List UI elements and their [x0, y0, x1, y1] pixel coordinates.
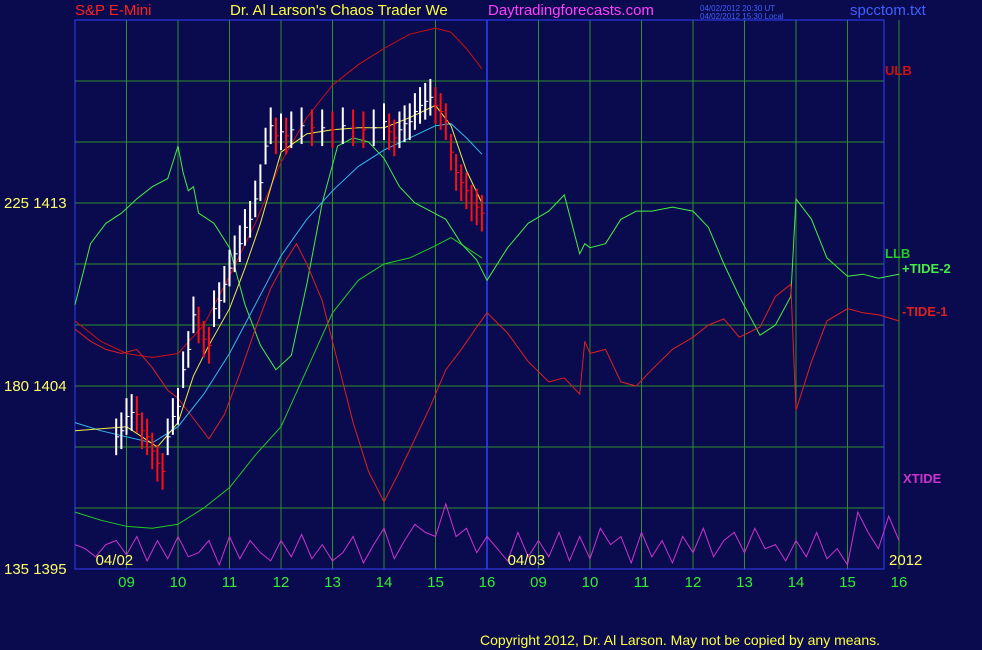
x-tick-label: 15	[839, 574, 856, 591]
copyright-notice: Copyright 2012, Dr. Al Larson. May not b…	[480, 632, 881, 648]
llb-line	[74, 237, 483, 529]
ulb-line	[74, 27, 483, 359]
fast-average-line	[74, 104, 483, 448]
x-tick-label: 09	[118, 574, 135, 591]
file-name: spcctom.txt	[850, 2, 926, 19]
price-bars	[115, 78, 485, 490]
x-tick-label: 10	[582, 574, 599, 591]
site-link[interactable]: Daytradingforecasts.com	[488, 2, 654, 19]
y-tick-label: 180 1404	[4, 378, 67, 395]
x-tick-label: 10	[170, 574, 187, 591]
y-tick-label: 135 1395	[4, 561, 67, 578]
series-label: ULB	[885, 63, 912, 78]
slow-average-line	[74, 123, 483, 444]
series-label: +TIDE-2	[902, 261, 951, 276]
plot-frame	[74, 19, 885, 570]
y-tick-label: 225 1413	[4, 195, 67, 212]
x-tick-label: 14	[788, 574, 805, 591]
chaos-chart: 225 1413 180 1404 135 1395 09 10 11 12 13 14 15 16…	[4, 19, 951, 591]
x-tick-label: 11	[222, 574, 238, 591]
x-tick-label: 12	[273, 574, 290, 591]
instrument-label: S&P E-Mini	[75, 2, 152, 19]
series-label: -TIDE-1	[902, 304, 948, 319]
x-tick-label: 13	[324, 574, 341, 591]
x-tick-label: 14	[376, 574, 393, 591]
x-tick-label: 16	[479, 574, 496, 591]
x-tick-label: 13	[736, 574, 753, 591]
x-tick-label: 11	[634, 574, 650, 591]
date-label: 04/03	[508, 552, 546, 569]
chart-grid	[74, 19, 900, 570]
date-label: 04/02	[96, 552, 134, 569]
x-tick-label: 15	[427, 574, 444, 591]
x-tick-label: 12	[685, 574, 702, 591]
series-label: XTIDE	[903, 471, 942, 486]
series-label: LLB	[885, 246, 910, 261]
year-label: 2012	[889, 552, 922, 569]
x-tick-label: 16	[891, 574, 908, 591]
x-tick-label: 09	[530, 574, 547, 591]
timestamp-local: 04/02/2012 15:30 Local	[700, 12, 784, 21]
chart-title: Dr. Al Larson's Chaos Trader We	[230, 2, 448, 19]
